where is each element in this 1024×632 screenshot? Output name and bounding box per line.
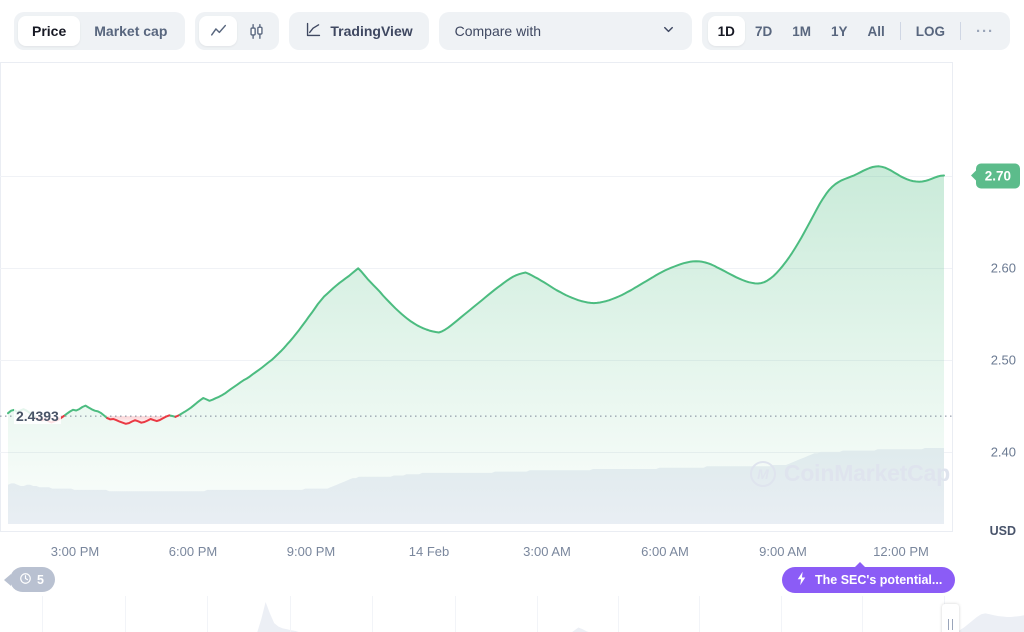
x-axis-tick: 3:00 PM [50,544,100,559]
currency-label: USD [989,524,1016,538]
metric-tab-market-cap[interactable]: Market cap [80,16,181,46]
toolbar-divider-2 [960,22,961,40]
more-options-button[interactable]: ··· [966,16,1004,46]
x-axis-tick: 6:00 AM [641,544,689,559]
tradingview-button[interactable]: TradingView [289,12,429,50]
range-button-1y[interactable]: 1Y [821,16,858,46]
metric-toggle-group: Price Market cap [14,12,186,50]
coinmarketcap-watermark: M CoinMarketCap [749,460,950,487]
coinmarketcap-watermark-text: CoinMarketCap [783,460,950,486]
x-axis-tick: 9:00 AM [759,544,807,559]
y-axis-tick-2.50: 2.50 [990,352,1016,368]
price-chart-area: M CoinMarketCap 2.40 2.50 2.60 2.70 2.4393… [0,62,1024,632]
current-price-badge: 2.70 [975,163,1020,189]
compare-with-dropdown[interactable]: Compare with [438,12,692,50]
y-axis-tick-2.60: 2.60 [990,260,1016,276]
x-axis-tick: 3:00 AM [523,544,571,559]
open-price-label: 2.4393 [14,408,61,425]
range-button-7d[interactable]: 7D [745,16,782,46]
navigator-right-handle[interactable] [942,604,959,632]
x-axis-labels: 3:00 PM 6:00 PM 9:00 PM 14 Feb 3:00 AM 6:00 A… [0,544,960,564]
x-axis-tick: 6:00 PM [168,544,218,559]
range-button-all[interactable]: All [857,16,894,46]
toolbar-divider-1 [899,22,901,40]
chart-navigator[interactable]: 2014201520162017201820192020202120222023… [0,596,1024,632]
metric-tab-price[interactable]: Price [18,16,81,46]
handle-grip-line [947,618,950,630]
chevron-down-icon [661,22,676,40]
coinmarketcap-logo-icon: M [749,460,776,487]
time-range-group: 1D 7D 1M 1Y All LOG ··· [701,12,1010,50]
line-chart-icon[interactable] [199,16,238,46]
history-badge[interactable]: 5 [10,567,55,592]
compare-with-label: Compare with [454,23,541,39]
lightning-bolt-icon [795,571,808,589]
x-axis-tick: 12:00 PM [873,544,929,559]
handle-grip-line [951,618,954,630]
x-axis-tick: 14 Feb [408,544,450,559]
y-axis-tick-2.40: 2.40 [990,444,1016,460]
chart-toolbar: Price Market cap TradingView Compare wit… [0,0,1024,62]
tradingview-icon [305,21,322,41]
navigator-history-svg[interactable] [0,596,1024,632]
range-button-1m[interactable]: 1M [782,16,821,46]
chart-type-group [195,12,280,50]
log-scale-button[interactable]: LOG [906,16,955,46]
news-badge-text: The SEC's potential... [815,573,943,587]
x-axis-tick: 9:00 PM [286,544,336,559]
news-event-badge[interactable]: The SEC's potential... [782,562,956,593]
range-button-1d[interactable]: 1D [707,16,745,46]
history-badge-count: 5 [37,572,44,587]
candlestick-chart-icon[interactable] [237,16,275,46]
clock-history-icon [19,572,32,588]
tradingview-label: TradingView [330,23,413,39]
